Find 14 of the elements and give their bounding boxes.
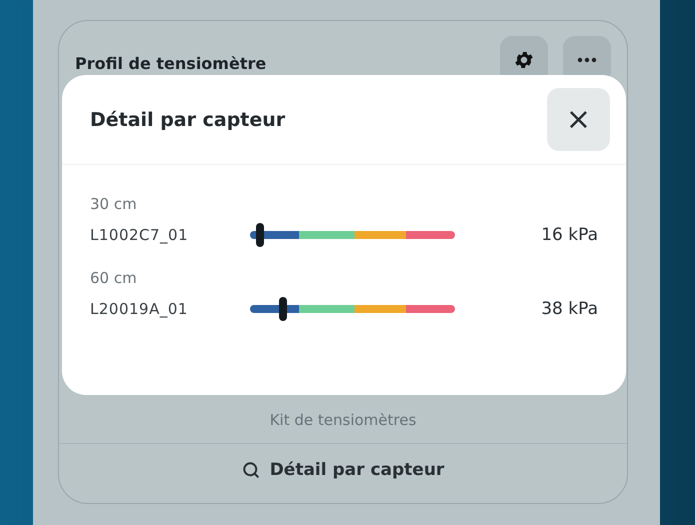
card-title: Profil de tensiomètre [75, 54, 268, 72]
close-button[interactable]: × [547, 88, 610, 151]
sensor-reading: 38 kPa [540, 299, 598, 319]
search-icon [242, 461, 260, 479]
sensor-name: L1002C7_01 [90, 226, 190, 244]
kit-label: Kit de tensiomètres [268, 411, 418, 431]
dialog-title: Détail par capteur [90, 108, 286, 130]
sensor-name: L20019A_01 [90, 300, 189, 318]
more-icon [576, 57, 598, 63]
depth-label: 30 cm [90, 195, 138, 213]
gear-icon [513, 49, 535, 71]
depth-label: 60 cm [90, 269, 138, 287]
detail-button[interactable]: Détail par capteur [232, 454, 454, 486]
sensor-reading: 16 kPa [540, 225, 598, 245]
